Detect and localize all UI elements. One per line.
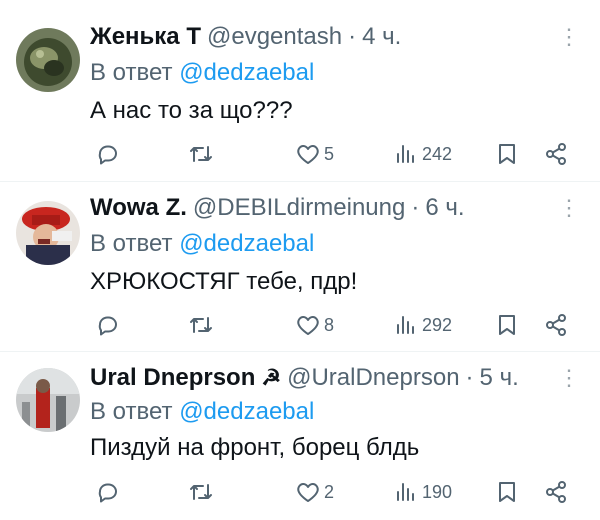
reply-item[interactable]: Ural Dneprson ☭ @UralDneprson · 5 ч. ⋮ В…	[0, 352, 600, 520]
bookmark-button[interactable]	[496, 138, 518, 170]
like-button[interactable]: 5	[296, 138, 334, 170]
views-button[interactable]: 242	[394, 138, 452, 170]
heart-icon	[296, 481, 320, 503]
display-name[interactable]: Женька Т	[90, 22, 201, 52]
reply-to-line: В ответ @dedzaebal	[90, 58, 314, 88]
share-button[interactable]	[544, 476, 568, 508]
views-count: 242	[422, 143, 453, 164]
views-icon	[394, 142, 418, 166]
user-handle[interactable]: @evgentash	[207, 22, 342, 52]
retweet-button[interactable]	[188, 309, 214, 341]
reply-text: А нас то за що???	[90, 97, 293, 124]
separator-dot: ·	[465, 364, 474, 391]
display-name[interactable]: Ural Dneprson	[90, 363, 255, 393]
avatar[interactable]	[16, 201, 80, 265]
reply-icon	[96, 142, 120, 166]
action-bar: 5 242	[0, 138, 600, 170]
more-icon[interactable]: ⋮	[558, 22, 580, 52]
retweet-button[interactable]	[188, 138, 214, 170]
display-name[interactable]: Wowa Z.	[90, 193, 187, 223]
reply-text: ХРЮКОСТЯГ тебе, пдр!	[90, 268, 358, 295]
heart-icon	[296, 314, 320, 336]
like-count: 2	[324, 481, 335, 502]
views-icon	[394, 313, 418, 337]
more-icon[interactable]: ⋮	[558, 363, 580, 393]
reply-header: Ural Dneprson ☭ @UralDneprson · 5 ч.	[90, 363, 560, 393]
share-button[interactable]	[544, 138, 568, 170]
timestamp[interactable]: 6 ч.	[425, 193, 464, 223]
avatar[interactable]	[16, 368, 80, 432]
share-button[interactable]	[544, 309, 568, 341]
share-icon	[544, 142, 568, 166]
hammer-sickle-icon: ☭	[261, 365, 282, 390]
like-count: 5	[324, 143, 335, 164]
bookmark-icon	[496, 313, 518, 337]
action-bar: 8 292	[0, 309, 600, 341]
user-handle[interactable]: @DEBILdirmeinung	[193, 193, 405, 223]
reply-header: Женька Т @evgentash · 4 ч.	[90, 22, 560, 52]
reply-button[interactable]	[96, 476, 120, 508]
like-button[interactable]: 8	[296, 309, 334, 341]
like-count: 8	[324, 314, 335, 335]
reply-item[interactable]: Женька Т @evgentash · 4 ч. ⋮ В ответ @de…	[0, 0, 600, 168]
reply-icon	[96, 313, 120, 337]
avatar[interactable]	[16, 28, 80, 92]
reply-to-prefix: В ответ	[90, 230, 173, 257]
reply-to-prefix: В ответ	[90, 398, 173, 425]
bookmark-button[interactable]	[496, 476, 518, 508]
views-icon	[394, 480, 418, 504]
reply-text: Пиздуй на фронт, борец блдь	[90, 434, 420, 461]
views-button[interactable]: 190	[394, 476, 452, 508]
reply-to-mention[interactable]: @dedzaebal	[179, 59, 314, 86]
reply-icon	[96, 480, 120, 504]
separator-dot: ·	[411, 194, 420, 221]
reply-button[interactable]	[96, 309, 120, 341]
bookmark-icon	[496, 480, 518, 504]
reply-to-mention[interactable]: @dedzaebal	[179, 230, 314, 257]
views-count: 190	[422, 481, 453, 502]
share-icon	[544, 480, 568, 504]
reply-header: Wowa Z. @DEBILdirmeinung · 6 ч.	[90, 193, 560, 223]
separator-dot: ·	[348, 23, 357, 50]
retweet-icon	[188, 142, 214, 166]
retweet-button[interactable]	[188, 476, 214, 508]
bookmark-button[interactable]	[496, 309, 518, 341]
more-icon[interactable]: ⋮	[558, 193, 580, 223]
user-handle[interactable]: @UralDneprson	[287, 363, 459, 393]
reply-to-prefix: В ответ	[90, 59, 173, 86]
retweet-icon	[188, 480, 214, 504]
timestamp[interactable]: 5 ч.	[480, 363, 519, 393]
heart-icon	[296, 143, 320, 165]
action-bar: 2 190	[0, 476, 600, 508]
retweet-icon	[188, 313, 214, 337]
views-button[interactable]: 292	[394, 309, 452, 341]
reply-to-mention[interactable]: @dedzaebal	[179, 398, 314, 425]
reply-button[interactable]	[96, 138, 120, 170]
like-button[interactable]: 2	[296, 476, 334, 508]
share-icon	[544, 313, 568, 337]
reply-to-line: В ответ @dedzaebal	[90, 229, 314, 259]
bookmark-icon	[496, 142, 518, 166]
replies-feed: Женька Т @evgentash · 4 ч. ⋮ В ответ @de…	[0, 0, 600, 520]
reply-to-line: В ответ @dedzaebal	[90, 397, 314, 427]
views-count: 292	[422, 314, 453, 335]
timestamp[interactable]: 4 ч.	[362, 22, 401, 52]
reply-item[interactable]: Wowa Z. @DEBILdirmeinung · 6 ч. ⋮ В отве…	[0, 182, 600, 350]
